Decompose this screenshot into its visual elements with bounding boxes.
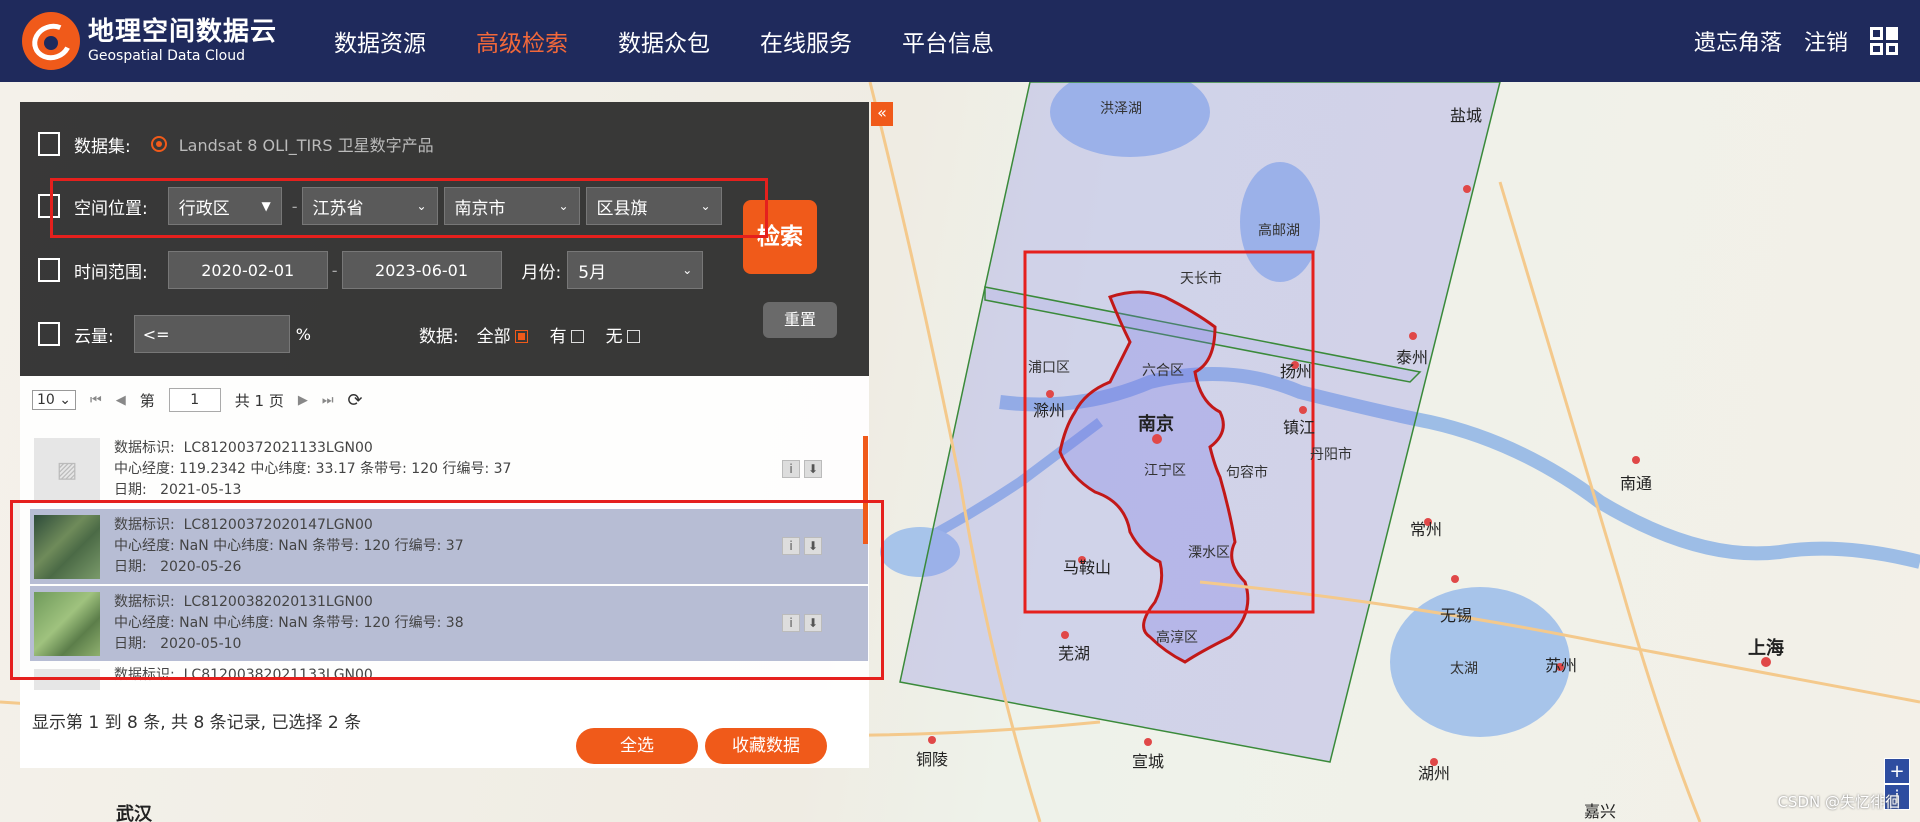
next-page-icon[interactable]: ▶ bbox=[298, 393, 308, 408]
image-placeholder-icon: ▨ bbox=[34, 438, 100, 502]
radio-dot-icon bbox=[150, 136, 167, 152]
select-all-button[interactable]: 全选 bbox=[576, 728, 698, 764]
map-label-maanshan: 马鞍山 bbox=[1063, 558, 1112, 577]
cloud-row: 云量: <= % 数据: 全部 有 无 bbox=[38, 314, 640, 354]
watermark: CSDN @失忆徘徊 bbox=[1777, 793, 1900, 811]
month-select[interactable]: 5月 ⌄ bbox=[567, 251, 704, 289]
results-footer: 显示第 1 到 8 条, 共 8 条记录, 已选择 2 条 全选 收藏数据 bbox=[20, 690, 869, 768]
time-row: 时间范围: 2020-02-01 - 2023-06-01 月份: 5月 ⌄ bbox=[38, 250, 709, 290]
map-label-nantong: 南通 bbox=[1620, 474, 1653, 493]
nav-online-services[interactable]: 在线服务 bbox=[760, 24, 852, 58]
calendar-icon bbox=[38, 258, 60, 282]
map-label-hongze: 洪泽湖 bbox=[1100, 101, 1142, 117]
map-label-tianchang: 天长市 bbox=[1180, 271, 1222, 287]
prev-page-icon[interactable]: ◀ bbox=[116, 393, 126, 408]
checkbox-icon bbox=[570, 330, 584, 343]
map-label-yancheng: 盐城 bbox=[1450, 106, 1483, 125]
results-summary: 显示第 1 到 8 条, 共 8 条记录, 已选择 2 条 bbox=[32, 713, 362, 733]
checkbox-icon bbox=[626, 330, 640, 343]
map-label-changzhou: 常州 bbox=[1410, 520, 1443, 539]
map-label-zhenjiang: 镇江 bbox=[1283, 418, 1316, 437]
map-label-nanjing: 南京 bbox=[1138, 414, 1174, 435]
checkbox-checked-icon bbox=[514, 330, 528, 343]
nav-advanced-search[interactable]: 高级检索 bbox=[476, 24, 568, 58]
search-panel: 数据集: Landsat 8 OLI_TIRS 卫星数字产品 空间位置: 行政区… bbox=[20, 102, 869, 376]
dataset-row: 数据集: Landsat 8 OLI_TIRS 卫星数字产品 bbox=[38, 124, 434, 164]
logo-icon bbox=[22, 12, 80, 70]
map-label-wuxi: 无锡 bbox=[1440, 606, 1473, 625]
map-label-taizhou: 泰州 bbox=[1396, 348, 1429, 367]
username-link[interactable]: 遗忘角落 bbox=[1694, 25, 1782, 57]
nav-platform-info[interactable]: 平台信息 bbox=[902, 24, 994, 58]
pagination: 10 ⌄ ⏮ ◀ 第 1 共 1 页 ▶ ⏭ ⟳ bbox=[32, 388, 363, 412]
logo-title: 地理空间数据云 bbox=[88, 17, 278, 47]
page-size-select[interactable]: 10 ⌄ bbox=[32, 390, 77, 410]
collapse-panel-button[interactable]: « bbox=[871, 102, 893, 126]
map-label-lishui: 溧水区 bbox=[1188, 545, 1230, 561]
map-label-xuancheng: 宣城 bbox=[1132, 752, 1165, 771]
filter-have[interactable]: 有 bbox=[550, 322, 584, 347]
map-label-shanghai: 上海 bbox=[1748, 638, 1784, 659]
dataset-icon bbox=[38, 132, 60, 156]
map-label-suzhou: 苏州 bbox=[1545, 656, 1578, 675]
cloud-input[interactable]: <= bbox=[133, 315, 290, 353]
map-label-liuhe: 六合区 bbox=[1142, 363, 1184, 379]
scene-date: 2021-05-13 bbox=[160, 482, 242, 498]
nav-data-resources[interactable]: 数据资源 bbox=[334, 24, 426, 58]
map-label-wuhu: 芜湖 bbox=[1058, 644, 1091, 663]
data-filter-label: 数据: bbox=[418, 326, 459, 347]
scene-id: LC81200372021133LGN00 bbox=[183, 440, 373, 456]
map-label-danyang: 丹阳市 bbox=[1310, 447, 1352, 463]
cloud-icon bbox=[38, 322, 60, 346]
logo[interactable]: 地理空间数据云 Geospatial Data Cloud bbox=[22, 12, 322, 70]
time-label: 时间范围: bbox=[74, 262, 148, 283]
main-nav: 数据资源 高级检索 数据众包 在线服务 平台信息 bbox=[334, 24, 1044, 58]
dataset-label: 数据集: bbox=[74, 136, 131, 157]
highlight-results-box bbox=[10, 500, 884, 680]
app-root: 南京 滁州 马鞍山 芜湖 镇江 扬州 常州 无锡 苏州 上海 南通 泰州 盐城 … bbox=[0, 0, 1920, 822]
month-label: 月份: bbox=[521, 262, 562, 283]
result-item[interactable]: ▨ 数据标识: LC81200372021133LGN00 中心经度: 119.… bbox=[30, 432, 868, 507]
filter-all[interactable]: 全部 bbox=[477, 322, 528, 347]
map-label-gaochun: 高淳区 bbox=[1156, 630, 1198, 646]
map-label-jiangning: 江宁区 bbox=[1144, 463, 1186, 479]
apps-grid-icon[interactable] bbox=[1870, 27, 1898, 55]
favorite-data-button[interactable]: 收藏数据 bbox=[705, 728, 827, 764]
highlight-location-box bbox=[50, 178, 768, 238]
map-label-jiaxing: 嘉兴 bbox=[1584, 802, 1617, 821]
map-label-taihu: 太湖 bbox=[1450, 661, 1478, 677]
cloud-label: 云量: bbox=[74, 326, 114, 347]
zoom-in-button[interactable]: + bbox=[1884, 758, 1910, 784]
chevron-down-icon: ⌄ bbox=[682, 263, 693, 277]
map-label-jurong: 句容市 bbox=[1226, 465, 1268, 481]
map-label-pukou: 浦口区 bbox=[1028, 360, 1070, 376]
end-date-input[interactable]: 2023-06-01 bbox=[341, 251, 502, 289]
map-label-chuzhou: 滁州 bbox=[1033, 401, 1066, 420]
top-nav-bar: 地理空间数据云 Geospatial Data Cloud 数据资源 高级检索 … bbox=[0, 0, 1920, 82]
start-date-input[interactable]: 2020-02-01 bbox=[167, 251, 328, 289]
reset-button[interactable]: 重置 bbox=[763, 302, 837, 338]
page-prefix: 第 bbox=[139, 391, 155, 410]
refresh-icon[interactable]: ⟳ bbox=[348, 390, 363, 411]
map-label-yangzhou: 扬州 bbox=[1280, 362, 1313, 381]
last-page-icon[interactable]: ⏭ bbox=[322, 393, 334, 408]
info-icon[interactable]: i bbox=[782, 460, 800, 478]
map-label-tongling: 铜陵 bbox=[916, 750, 949, 769]
logout-link[interactable]: 注销 bbox=[1804, 25, 1848, 57]
map-label-huzhou: 湖州 bbox=[1418, 764, 1451, 783]
dataset-value: Landsat 8 OLI_TIRS 卫星数字产品 bbox=[178, 136, 434, 155]
page-number-input[interactable]: 1 bbox=[168, 388, 221, 412]
filter-none[interactable]: 无 bbox=[606, 322, 640, 347]
first-page-icon[interactable]: ⏮ bbox=[90, 393, 102, 408]
dataset-selector[interactable]: Landsat 8 OLI_TIRS 卫星数字产品 bbox=[150, 132, 434, 156]
page-total: 共 1 页 bbox=[234, 391, 284, 410]
cloud-unit: % bbox=[295, 324, 311, 344]
scene-coords: 中心经度: 119.2342 中心纬度: 33.17 条带号: 120 行编号:… bbox=[114, 461, 512, 477]
download-icon[interactable]: ⬇ bbox=[804, 460, 822, 478]
map-label-wuhan: 武汉 bbox=[116, 804, 152, 822]
map-label-gaoyou: 高邮湖 bbox=[1258, 223, 1300, 239]
logo-subtitle: Geospatial Data Cloud bbox=[88, 48, 245, 64]
nav-crowdsourcing[interactable]: 数据众包 bbox=[618, 24, 710, 58]
